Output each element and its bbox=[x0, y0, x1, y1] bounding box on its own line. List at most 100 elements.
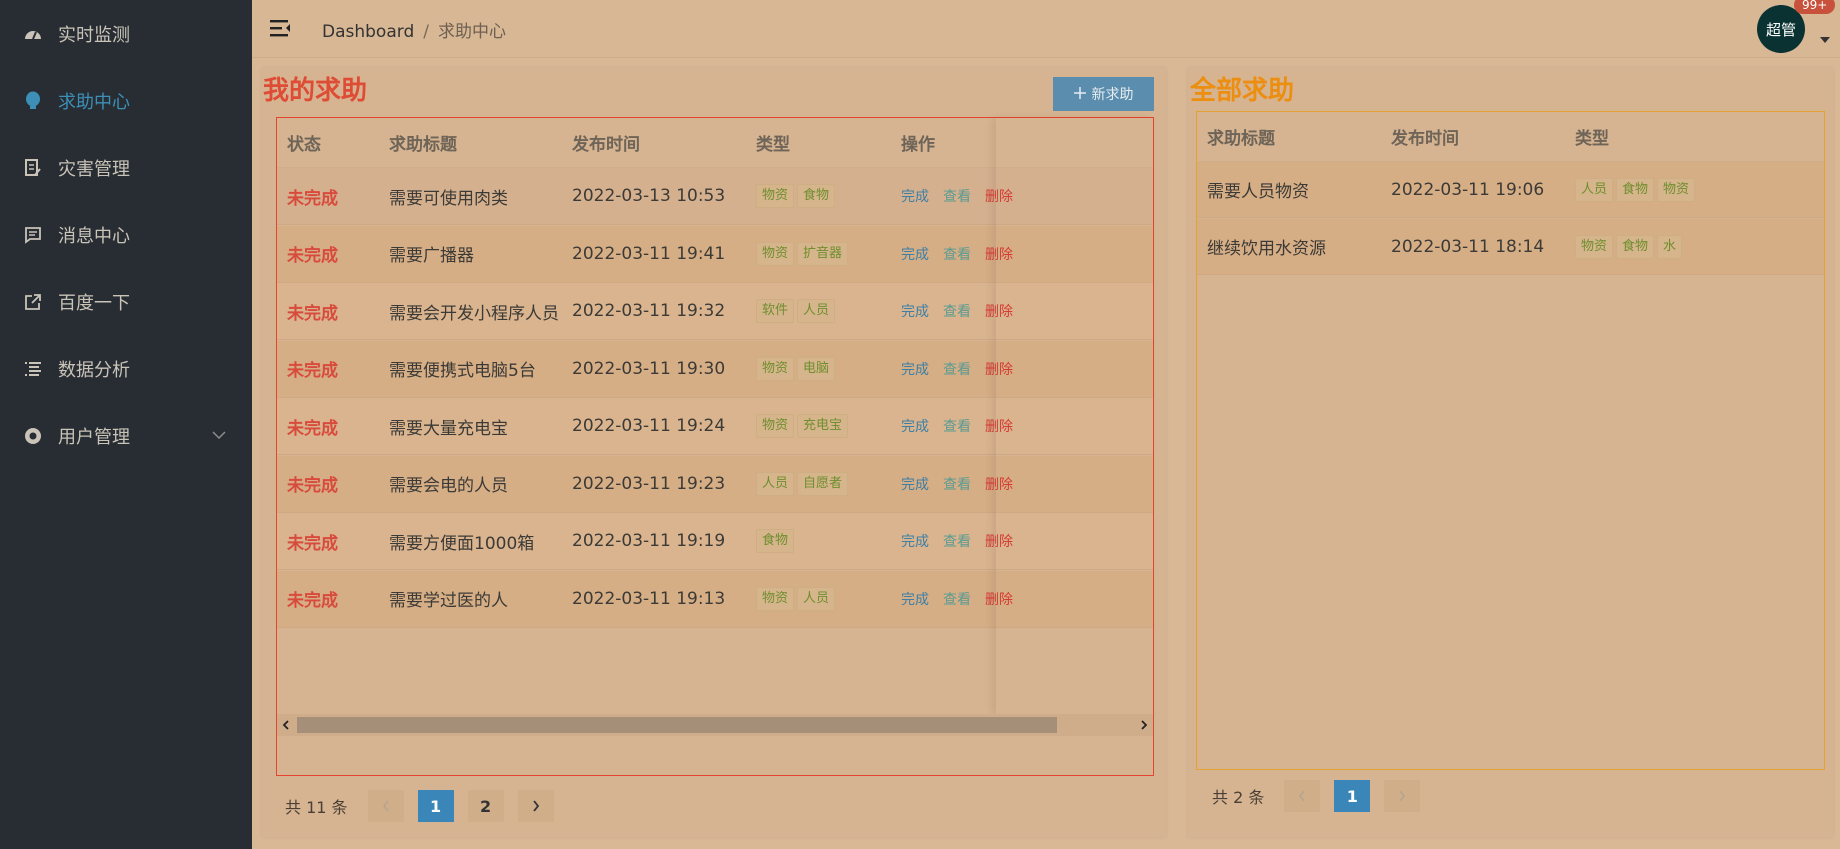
sidebar-item-help-center[interactable]: 求助中心 bbox=[0, 67, 252, 134]
menu-toggle-icon[interactable] bbox=[270, 18, 292, 38]
type-tag: 扩音器 bbox=[797, 241, 849, 266]
table-row[interactable]: 继续饮用水资源 2022-03-11 18:14 物资 食物水 bbox=[1197, 219, 1824, 275]
complete-button[interactable]: 完成 bbox=[901, 189, 929, 205]
chevron-down-icon[interactable] bbox=[212, 428, 226, 443]
help-title: 需要便携式电脑5台 bbox=[389, 361, 536, 381]
type-tags: 物资 食物水 bbox=[1575, 234, 1685, 259]
breadcrumb: Dashboard / 求助中心 bbox=[322, 17, 506, 42]
type-tag: 物资 bbox=[756, 241, 795, 266]
total-count: 共 11 条 bbox=[285, 798, 348, 817]
row-actions: 完成 查看 删除 bbox=[901, 474, 1027, 494]
column-header: 类型 bbox=[756, 135, 790, 155]
scrollbar-thumb[interactable] bbox=[297, 717, 1057, 733]
complete-button[interactable]: 完成 bbox=[901, 362, 929, 378]
complete-button[interactable]: 完成 bbox=[901, 477, 929, 493]
plus-icon bbox=[1073, 86, 1086, 102]
type-tag: 物资 bbox=[1575, 234, 1614, 259]
sidebar-item-label: 数据分析 bbox=[58, 359, 130, 381]
sidebar-item-realtime-monitor[interactable]: 实时监测 bbox=[0, 0, 252, 67]
type-tag: 物资 bbox=[756, 356, 795, 381]
table-row[interactable]: 未完成 需要广播器 2022-03-11 19:41 物资 扩音器 完成 查看 删除 bbox=[277, 225, 1153, 283]
status-text: 未完成 bbox=[287, 246, 338, 266]
breadcrumb-current: 求助中心 bbox=[437, 22, 506, 42]
all-help-title: 全部求助 bbox=[1190, 76, 1295, 106]
complete-button[interactable]: 完成 bbox=[901, 592, 929, 608]
delete-button[interactable]: 删除 bbox=[985, 304, 1013, 320]
sidebar-item-data-analysis[interactable]: 数据分析 bbox=[0, 335, 252, 402]
row-actions: 完成 查看 删除 bbox=[901, 301, 1027, 321]
type-tag: 物资 bbox=[1657, 177, 1696, 202]
help-title: 需要可使用肉类 bbox=[389, 188, 508, 209]
row-actions: 完成 查看 删除 bbox=[901, 416, 1027, 436]
table-row[interactable]: 未完成 需要会电的人员 2022-03-11 19:23 人员 自愿者 完成 查看 删除 bbox=[277, 455, 1153, 513]
top-header: Dashboard / 求助中心 超管 99+ bbox=[252, 0, 1840, 58]
sidebar-item-user-management[interactable]: 用户管理 bbox=[0, 402, 252, 469]
sidebar-item-disaster-management[interactable]: 灾害管理 bbox=[0, 134, 252, 201]
delete-button[interactable]: 删除 bbox=[985, 592, 1013, 608]
view-button[interactable]: 查看 bbox=[943, 304, 971, 320]
complete-button[interactable]: 完成 bbox=[901, 247, 929, 263]
view-button[interactable]: 查看 bbox=[943, 534, 971, 550]
table-row[interactable]: 未完成 需要方便面1000箱 2022-03-11 19:19 食物 完成 查看 删除 bbox=[277, 513, 1153, 570]
prev-page-button[interactable] bbox=[367, 790, 404, 822]
page-2-button[interactable]: 2 bbox=[467, 790, 504, 822]
table-header-row: 状态 求助标题 发布时间 类型 操作 bbox=[277, 118, 1153, 168]
total-count: 共 2 条 bbox=[1212, 788, 1265, 807]
type-tag: 软件 bbox=[756, 299, 795, 323]
view-button[interactable]: 查看 bbox=[943, 419, 971, 435]
view-button[interactable]: 查看 bbox=[943, 189, 971, 205]
sidebar-item-baidu-search[interactable]: 百度一下 bbox=[0, 268, 252, 335]
type-tags: 食物 bbox=[756, 529, 797, 553]
column-header: 类型 bbox=[1575, 129, 1609, 149]
publish-time: 2022-03-11 19:06 bbox=[1391, 179, 1545, 200]
delete-button[interactable]: 删除 bbox=[985, 419, 1013, 435]
scroll-left-icon[interactable] bbox=[277, 714, 295, 736]
new-help-button[interactable]: 新求助 bbox=[1053, 77, 1154, 111]
view-button[interactable]: 查看 bbox=[943, 247, 971, 263]
view-button[interactable]: 查看 bbox=[943, 477, 971, 493]
help-bulb-icon bbox=[22, 90, 44, 112]
view-button[interactable]: 查看 bbox=[943, 362, 971, 378]
status-text: 未完成 bbox=[287, 303, 338, 324]
type-tags: 物资 充电宝 bbox=[756, 414, 851, 438]
table-row[interactable]: 未完成 需要会开发小程序人员 2022-03-11 19:32 软件 人员 完成 查看 删除 bbox=[277, 283, 1153, 340]
next-page-button[interactable] bbox=[1384, 780, 1421, 812]
page-1-button[interactable]: 1 bbox=[1334, 780, 1371, 812]
type-tag: 电脑 bbox=[797, 356, 836, 381]
scroll-right-icon[interactable] bbox=[1135, 714, 1153, 736]
help-title: 需要大量充电宝 bbox=[389, 418, 508, 439]
table-row[interactable]: 未完成 需要可使用肉类 2022-03-13 10:53 物资 食物 完成 查看 删除 bbox=[277, 168, 1153, 225]
table-row[interactable]: 未完成 需要便携式电脑5台 2022-03-11 19:30 物资 电脑 完成 查看 删除 bbox=[277, 340, 1153, 398]
view-button[interactable]: 查看 bbox=[943, 592, 971, 608]
table-row[interactable]: 需要人员物资 2022-03-11 19:06 人员 食物 物资 bbox=[1197, 162, 1824, 218]
sidebar-item-message-center[interactable]: 消息中心 bbox=[0, 201, 252, 268]
complete-button[interactable]: 完成 bbox=[901, 534, 929, 550]
delete-button[interactable]: 删除 bbox=[985, 477, 1013, 493]
document-edit-icon bbox=[22, 157, 44, 179]
sidebar-item-label: 百度一下 bbox=[58, 292, 130, 314]
sidebar-item-label: 用户管理 bbox=[58, 426, 130, 448]
next-page-button[interactable] bbox=[517, 790, 554, 822]
prev-page-button[interactable] bbox=[1284, 780, 1321, 812]
complete-button[interactable]: 完成 bbox=[901, 419, 929, 435]
help-title: 继续饮用水资源 bbox=[1207, 239, 1326, 259]
delete-button[interactable]: 删除 bbox=[985, 534, 1013, 550]
publish-time: 2022-03-11 19:32 bbox=[572, 301, 726, 321]
publish-time: 2022-03-11 19:19 bbox=[572, 531, 726, 551]
help-title: 需要学过医的人 bbox=[389, 591, 508, 611]
page-1-button[interactable]: 1 bbox=[417, 790, 454, 822]
delete-button[interactable]: 删除 bbox=[985, 189, 1013, 205]
column-header: 求助标题 bbox=[389, 135, 457, 155]
type-tag: 人员 bbox=[756, 471, 795, 496]
type-tag: 食物 bbox=[797, 184, 836, 208]
breadcrumb-root[interactable]: Dashboard bbox=[322, 22, 414, 42]
type-tag: 人员 bbox=[1575, 177, 1614, 202]
delete-button[interactable]: 删除 bbox=[985, 362, 1013, 378]
caret-down-icon[interactable] bbox=[1820, 32, 1830, 46]
horizontal-scrollbar[interactable] bbox=[277, 714, 1153, 736]
complete-button[interactable]: 完成 bbox=[901, 304, 929, 320]
delete-button[interactable]: 删除 bbox=[985, 247, 1013, 263]
table-row[interactable]: 未完成 需要大量充电宝 2022-03-11 19:24 物资 充电宝 完成 查看 删除 bbox=[277, 398, 1153, 455]
table-row[interactable]: 未完成 需要学过医的人 2022-03-11 19:13 物资 人员 完成 查看 删除 bbox=[277, 570, 1153, 628]
external-link-icon bbox=[22, 291, 44, 313]
